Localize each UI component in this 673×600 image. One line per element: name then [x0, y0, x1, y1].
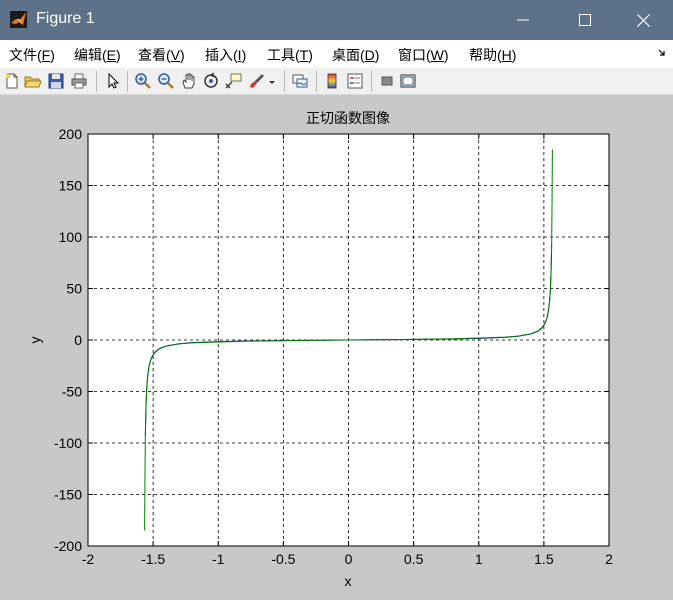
toolbar-separator [96, 71, 97, 92]
menu-bar: 文件(F) 编辑(E) 查看(V) 插入(I) 工具(T) 桌面(D) 窗口(W… [0, 40, 673, 68]
menu-overflow-arrow-icon[interactable] [657, 48, 667, 58]
y-tick-labels: -200 -150 -100 -50 0 50 100 150 200 [54, 126, 82, 554]
zoom-out-icon[interactable] [157, 72, 175, 90]
toolbar-separator [284, 71, 285, 92]
toolbar-separator [371, 71, 372, 92]
menu-insert[interactable]: 插入(I) [205, 45, 246, 65]
y-axis-label: y [27, 337, 43, 344]
y-tick-label: -150 [54, 487, 82, 503]
data-cursor-icon[interactable] [224, 72, 242, 90]
y-tick-label: 0 [74, 332, 82, 348]
close-icon [636, 13, 650, 27]
plot-area: 正切函数图像 -2 -1.5 -1 -0.5 0 0.5 1 1.5 2 -200 -150 -10… [27, 110, 613, 589]
close-button[interactable] [620, 0, 666, 40]
y-tick-label: -200 [54, 538, 82, 554]
matlab-logo-icon [10, 11, 27, 28]
y-tick-label: 150 [59, 178, 83, 194]
y-tick-label: 200 [59, 126, 83, 142]
figure-toolbar [0, 68, 673, 95]
chart-title: 正切函数图像 [306, 110, 390, 126]
x-axis-label: x [345, 573, 352, 589]
zoom-in-icon[interactable] [134, 72, 152, 90]
x-tick-label: -2 [82, 551, 95, 567]
x-tick-labels: -2 -1.5 -1 -0.5 0 0.5 1 1.5 2 [82, 551, 613, 567]
insert-colorbar-icon[interactable] [323, 72, 341, 90]
menu-view[interactable]: 查看(V) [138, 45, 185, 65]
x-tick-label: 1 [475, 551, 483, 567]
pan-hand-icon[interactable] [180, 72, 198, 90]
x-tick-label: -0.5 [271, 551, 295, 567]
minimize-button[interactable] [500, 0, 546, 40]
y-tick-label: 100 [59, 229, 83, 245]
link-plot-icon[interactable] [291, 72, 309, 90]
toolbar-separator [127, 71, 128, 92]
toolbar-separator [316, 71, 317, 92]
menu-window[interactable]: 窗口(W) [398, 45, 449, 65]
y-tick-label: 50 [66, 281, 82, 297]
pointer-icon[interactable] [104, 72, 122, 90]
menu-file[interactable]: 文件(F) [9, 45, 55, 65]
menu-tools[interactable]: 工具(T) [267, 45, 313, 65]
x-tick-label: 0.5 [404, 551, 424, 567]
new-figure-icon[interactable] [3, 72, 21, 90]
x-tick-label: 0 [345, 551, 353, 567]
insert-legend-icon[interactable] [346, 72, 364, 90]
window-title: Figure 1 [36, 10, 95, 27]
x-tick-label: -1 [212, 551, 225, 567]
minimize-icon [517, 19, 529, 21]
print-icon[interactable] [70, 72, 88, 90]
x-tick-label: -1.5 [141, 551, 165, 567]
hide-plot-tools-icon[interactable] [378, 72, 396, 90]
x-tick-label: 2 [605, 551, 613, 567]
brush-icon[interactable] [248, 72, 266, 90]
maximize-icon [579, 14, 591, 26]
brush-dropdown-icon[interactable] [267, 72, 277, 90]
title-bar[interactable]: Figure 1 [0, 0, 673, 40]
y-tick-label: -50 [62, 384, 82, 400]
menu-edit[interactable]: 编辑(E) [74, 45, 121, 65]
save-icon[interactable] [47, 72, 65, 90]
figure-window: Figure 1 文件(F) 编辑(E) 查看(V) 插入(I) 工具(T) 桌… [0, 0, 673, 600]
rotate-3d-icon[interactable] [202, 72, 220, 90]
y-tick-label: -100 [54, 435, 82, 451]
maximize-button[interactable] [562, 0, 608, 40]
show-plot-tools-icon[interactable] [399, 72, 417, 90]
menu-desktop[interactable]: 桌面(D) [332, 45, 379, 65]
menu-help[interactable]: 帮助(H) [469, 45, 516, 65]
open-file-icon[interactable] [24, 72, 42, 90]
x-tick-label: 1.5 [534, 551, 554, 567]
